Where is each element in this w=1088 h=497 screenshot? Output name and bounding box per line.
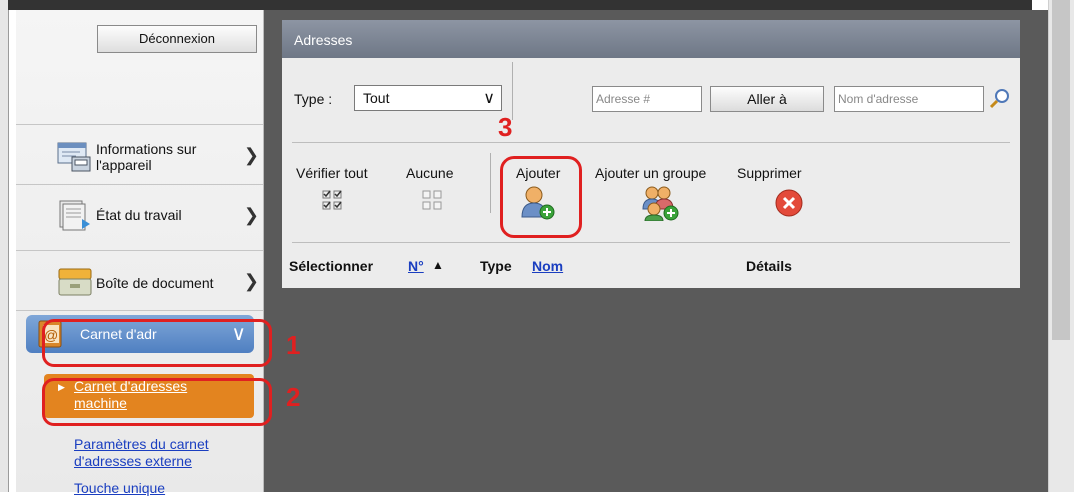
divider <box>292 142 1010 143</box>
chevron-right-icon: ❯ <box>243 145 259 165</box>
column-header-type: Type <box>480 258 512 274</box>
sidebar-item-label: Boîte de document <box>96 275 214 291</box>
address-number-input[interactable]: Adresse # <box>592 86 702 112</box>
check-all-label[interactable]: Vérifier tout <box>296 165 368 181</box>
divider <box>490 153 491 213</box>
panel-header: Adresses <box>282 20 1020 58</box>
window-frame-border <box>8 0 9 492</box>
job-status-icon <box>59 200 90 231</box>
column-header-number[interactable]: N° <box>408 258 424 274</box>
sidebar-item-label: État du travail <box>96 207 182 223</box>
column-header-name[interactable]: Nom <box>532 258 563 274</box>
panel-title: Adresses <box>294 32 353 48</box>
chevron-right-icon: ❯ <box>243 205 259 225</box>
uncheck-all-icon[interactable] <box>422 190 442 210</box>
step-callout-3: 3 <box>498 112 513 142</box>
window-frame-right <box>1074 0 1088 492</box>
addresses-panel: Adresses Type : Tout ∨ Adresse # Aller à… <box>282 20 1020 288</box>
sidebar-item-device-info[interactable]: Informations sur l'appareil ❯ <box>16 124 263 185</box>
type-select-value: Tout <box>363 90 390 106</box>
submenu-external-address-book-line1[interactable]: Paramètres du carnet <box>74 436 209 453</box>
divider <box>292 242 1010 243</box>
delete-icon[interactable] <box>774 188 804 218</box>
type-select[interactable]: Tout ∨ <box>354 85 502 111</box>
sidebar-item-label: Informations sur <box>96 141 197 157</box>
column-header-details: Détails <box>746 258 792 274</box>
add-group-label[interactable]: Ajouter un groupe <box>595 165 706 181</box>
document-box-icon <box>58 268 92 296</box>
logout-button[interactable]: Déconnexion <box>97 25 257 53</box>
step-callout-2: 2 <box>286 382 301 412</box>
window-frame-left <box>0 0 8 492</box>
search-icon[interactable] <box>988 86 1012 110</box>
step-callout-1: 1 <box>286 330 301 360</box>
column-header-select: Sélectionner <box>289 258 374 274</box>
top-bar <box>8 0 1032 10</box>
highlight-address-book <box>42 319 272 367</box>
type-label: Type : <box>294 91 333 107</box>
check-all-icon[interactable] <box>322 190 342 210</box>
address-name-input[interactable]: Nom d'adresse <box>834 86 984 112</box>
sidebar-item-document-box[interactable]: Boîte de document ❯ <box>16 250 263 311</box>
sort-ascending-icon[interactable]: ▲ <box>432 258 444 272</box>
chevron-right-icon: ❯ <box>243 271 259 291</box>
scrollbar-thumb[interactable] <box>1052 0 1070 340</box>
add-group-icon[interactable] <box>640 185 680 221</box>
sidebar-divider <box>16 310 263 311</box>
sidebar-item-label: l'appareil <box>96 157 152 173</box>
delete-label[interactable]: Supprimer <box>737 165 802 181</box>
highlight-add-button <box>500 156 582 238</box>
device-info-icon <box>57 142 91 172</box>
goto-button[interactable]: Aller à <box>710 86 824 112</box>
highlight-machine-address-book <box>42 378 272 426</box>
chevron-down-icon: ∨ <box>483 90 495 107</box>
submenu-one-touch-key[interactable]: Touche unique <box>74 480 165 497</box>
submenu-external-address-book-line2[interactable]: d'adresses externe <box>74 453 192 470</box>
none-label[interactable]: Aucune <box>406 165 453 181</box>
sidebar-item-job-status[interactable]: État du travail ❯ <box>16 184 263 245</box>
